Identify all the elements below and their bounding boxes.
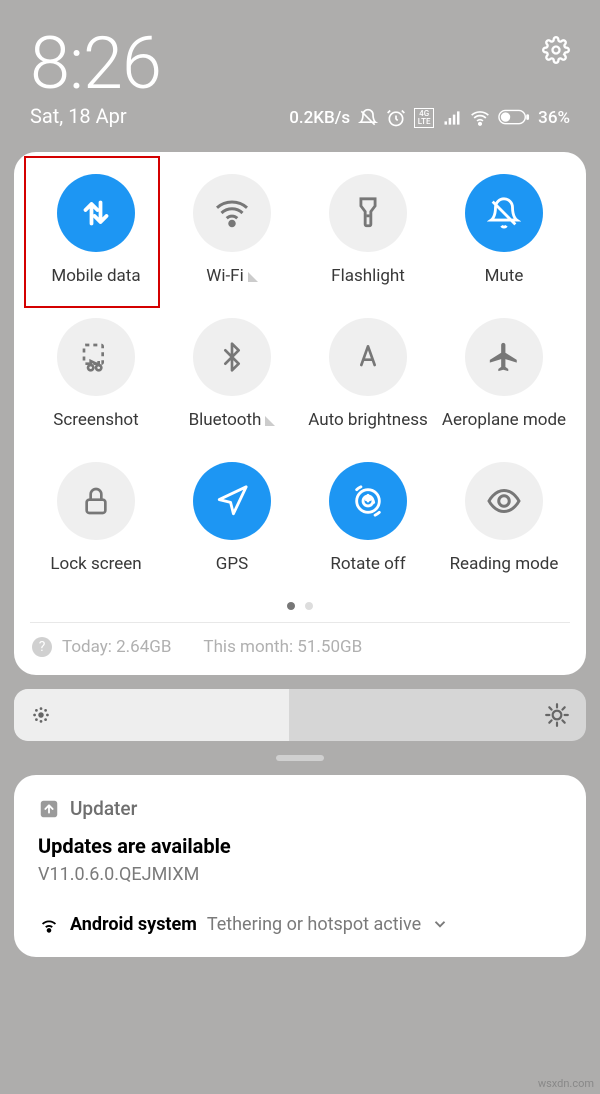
- battery-icon: [498, 108, 530, 128]
- toggle-label: Auto brightness: [308, 410, 428, 430]
- net-speed: 0.2KB/s: [289, 108, 350, 128]
- toggle-mute[interactable]: Mute: [436, 174, 572, 286]
- flashlight-icon: [329, 174, 407, 252]
- notif-subtitle: V11.0.6.0.QEJMIXM: [38, 864, 562, 885]
- bluetooth-icon: [193, 318, 271, 396]
- data-usage-row[interactable]: ? Today: 2.64GB This month: 51.50GB: [28, 637, 572, 657]
- toggle-screenshot[interactable]: Screenshot: [28, 318, 164, 430]
- battery-percent: 36%: [538, 108, 570, 128]
- alarm-icon: [386, 108, 406, 128]
- quick-settings-panel: Mobile data Wi-Fi Flashlight Mute Screenshot…: [14, 152, 586, 675]
- toggle-label: Rotate off: [330, 554, 405, 574]
- toggle-rotate-off[interactable]: Rotate off: [300, 462, 436, 574]
- toggle-lock-screen[interactable]: Lock screen: [28, 462, 164, 574]
- notif2-text: Tethering or hotspot active: [207, 914, 421, 935]
- notification-card[interactable]: Updater Updates are available V11.0.6.0.…: [14, 775, 586, 957]
- clock-time: 8:26: [30, 28, 161, 100]
- brightness-high-icon: [544, 702, 570, 728]
- usage-today: Today: 2.64GB: [62, 637, 171, 657]
- toggle-label: GPS: [216, 554, 248, 574]
- auto-brightness-icon: [329, 318, 407, 396]
- page-dot: [287, 602, 295, 610]
- toggle-mobile-data[interactable]: Mobile data: [28, 174, 164, 286]
- notif-title: Updates are available: [38, 834, 562, 858]
- notif-app-name: Updater: [70, 797, 137, 820]
- aeroplane-mode-icon: [465, 318, 543, 396]
- toggle-label: Reading mode: [450, 554, 559, 574]
- rotate-off-icon: [329, 462, 407, 540]
- toggle-label: Aeroplane mode: [442, 410, 566, 430]
- usage-month: This month: 51.50GB: [203, 637, 362, 657]
- brightness-slider[interactable]: [14, 689, 586, 741]
- expand-triangle-icon: [265, 416, 275, 426]
- wifi-icon: [193, 174, 271, 252]
- gps-icon: [193, 462, 271, 540]
- updater-app-icon: [38, 798, 60, 820]
- toggle-label: Mute: [485, 266, 524, 286]
- toggle-bluetooth[interactable]: Bluetooth: [164, 318, 300, 430]
- toggle-gps[interactable]: GPS: [164, 462, 300, 574]
- toggle-label: Mobile data: [51, 266, 140, 286]
- reading-mode-icon: [465, 462, 543, 540]
- lock-screen-icon: [57, 462, 135, 540]
- toggle-label: Screenshot: [53, 410, 138, 430]
- toggle-aeroplane-mode[interactable]: Aeroplane mode: [436, 318, 572, 430]
- divider: [30, 622, 570, 623]
- toggle-auto-brightness[interactable]: Auto brightness: [300, 318, 436, 430]
- dnd-icon: [358, 108, 378, 128]
- mute-icon: [465, 174, 543, 252]
- hotspot-icon: [38, 913, 60, 935]
- toggle-flashlight[interactable]: Flashlight: [300, 174, 436, 286]
- volte-icon: 4G LTE: [414, 108, 434, 128]
- panel-drag-handle[interactable]: [276, 755, 324, 761]
- wifi-status-icon: [470, 108, 490, 128]
- toggle-label: Flashlight: [331, 266, 405, 286]
- toggle-label: Wi-Fi: [206, 266, 257, 286]
- page-dot: [305, 602, 313, 610]
- mobile-data-icon: [57, 174, 135, 252]
- toggle-label: Bluetooth: [189, 410, 276, 430]
- brightness-fill: [14, 689, 289, 741]
- page-indicator[interactable]: [28, 602, 572, 610]
- brightness-low-icon: [30, 704, 52, 726]
- toggle-wifi[interactable]: Wi-Fi: [164, 174, 300, 286]
- help-icon: ?: [32, 637, 52, 657]
- chevron-down-icon[interactable]: [431, 915, 449, 933]
- status-header: 8:26 Sat, 18 Apr 0.2KB/s 4G LTE 36%: [0, 0, 600, 138]
- signal-icon: [442, 108, 462, 128]
- watermark: wsxdn.com: [538, 1077, 594, 1090]
- expand-triangle-icon: [248, 272, 258, 282]
- settings-gear-icon[interactable]: [542, 36, 570, 64]
- toggle-label: Lock screen: [50, 554, 141, 574]
- toggle-reading-mode[interactable]: Reading mode: [436, 462, 572, 574]
- screenshot-icon: [57, 318, 135, 396]
- notif2-app-name: Android system: [70, 914, 197, 935]
